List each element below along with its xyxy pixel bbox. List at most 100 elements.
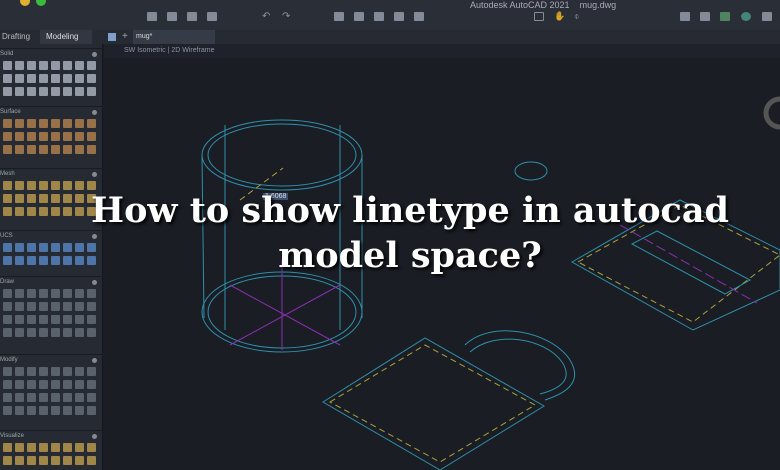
redo-icon[interactable]: ↷ (282, 12, 292, 22)
tool-icon[interactable] (87, 456, 96, 465)
sheet-icon[interactable] (414, 12, 424, 21)
tool-icon[interactable] (3, 243, 12, 252)
tool-icon[interactable] (63, 61, 72, 70)
tool-icon[interactable] (75, 443, 84, 452)
tool-icon[interactable] (15, 74, 24, 83)
group-icon[interactable] (741, 12, 751, 21)
pin-icon[interactable] (92, 52, 97, 57)
tool-icon[interactable] (39, 61, 48, 70)
tool-icon[interactable] (39, 119, 48, 128)
tool-icon[interactable] (39, 380, 48, 389)
tool-icon[interactable] (27, 393, 36, 402)
tool-icon[interactable] (51, 380, 60, 389)
tool-icon[interactable] (39, 443, 48, 452)
properties-icon[interactable] (680, 12, 690, 21)
tab-modeling[interactable]: Modeling (40, 30, 92, 44)
tool-icon[interactable] (15, 393, 24, 402)
tool-icon[interactable] (15, 456, 24, 465)
tool-icon[interactable] (51, 74, 60, 83)
tool-icon[interactable] (87, 380, 96, 389)
tool-icon[interactable] (51, 119, 60, 128)
tool-icon[interactable] (3, 289, 12, 298)
tool-icon[interactable] (15, 367, 24, 376)
tool-icon[interactable] (27, 406, 36, 415)
tool-icon[interactable] (63, 456, 72, 465)
tool-icon[interactable] (27, 207, 36, 216)
publish-icon[interactable] (354, 12, 364, 21)
pin-icon[interactable] (92, 172, 97, 177)
tool-icon[interactable] (27, 145, 36, 154)
tool-icon[interactable] (39, 367, 48, 376)
grid-icon[interactable] (108, 33, 116, 41)
tool-icon[interactable] (15, 87, 24, 96)
tool-icon[interactable] (51, 289, 60, 298)
tool-icon[interactable] (39, 393, 48, 402)
tool-icon[interactable] (39, 132, 48, 141)
tool-icon[interactable] (27, 87, 36, 96)
tool-icon[interactable] (75, 393, 84, 402)
tool-icon[interactable] (3, 367, 12, 376)
tool-icon[interactable] (15, 302, 24, 311)
tool-icon[interactable] (27, 181, 36, 190)
tool-icon[interactable] (51, 315, 60, 324)
tool-icon[interactable] (63, 380, 72, 389)
tool-icon[interactable] (39, 302, 48, 311)
tool-icon[interactable] (63, 315, 72, 324)
tool-icon[interactable] (15, 243, 24, 252)
tool-icon[interactable] (3, 443, 12, 452)
open-icon[interactable] (167, 12, 177, 21)
document-tab[interactable]: mug* (133, 30, 215, 44)
tool-icon[interactable] (27, 289, 36, 298)
tool-icon[interactable] (87, 132, 96, 141)
tab-drafting[interactable]: Drafting (0, 30, 36, 44)
tool-icon[interactable] (3, 74, 12, 83)
tool-icon[interactable] (3, 194, 12, 203)
tool-icon[interactable] (87, 315, 96, 324)
tool-icon[interactable] (51, 406, 60, 415)
tool-icon[interactable] (27, 456, 36, 465)
tool-icon[interactable] (63, 302, 72, 311)
tool-icon[interactable] (75, 406, 84, 415)
tool-icon[interactable] (39, 74, 48, 83)
tool-icon[interactable] (15, 289, 24, 298)
tool-icon[interactable] (15, 315, 24, 324)
minimize-button[interactable] (20, 0, 30, 6)
tool-icon[interactable] (3, 119, 12, 128)
tool-icon[interactable] (87, 119, 96, 128)
tool-icon[interactable] (39, 145, 48, 154)
tool-icon[interactable] (15, 61, 24, 70)
tool-icon[interactable] (3, 256, 12, 265)
tool-icon[interactable] (75, 328, 84, 337)
tool-icon[interactable] (75, 315, 84, 324)
tool-icon[interactable] (39, 315, 48, 324)
tool-icon[interactable] (27, 74, 36, 83)
tool-icon[interactable] (15, 256, 24, 265)
tool-icon[interactable] (27, 380, 36, 389)
tool-icon[interactable] (15, 132, 24, 141)
tool-icon[interactable] (75, 302, 84, 311)
tool-icon[interactable] (75, 87, 84, 96)
tool-icon[interactable] (3, 132, 12, 141)
orbit-icon[interactable]: ⌽ (574, 12, 584, 21)
print-preview-icon[interactable] (394, 12, 404, 21)
match-icon[interactable] (700, 12, 710, 21)
pin-icon[interactable] (92, 280, 97, 285)
tool-icon[interactable] (39, 328, 48, 337)
tool-icon[interactable] (51, 443, 60, 452)
tool-icon[interactable] (27, 328, 36, 337)
tool-icon[interactable] (39, 406, 48, 415)
tool-icon[interactable] (87, 61, 96, 70)
tool-icon[interactable] (3, 207, 12, 216)
tool-icon[interactable] (87, 393, 96, 402)
tool-icon[interactable] (87, 289, 96, 298)
tool-icon[interactable] (63, 289, 72, 298)
tool-icon[interactable] (3, 87, 12, 96)
tool-icon[interactable] (87, 406, 96, 415)
pan-icon[interactable]: ✋ (554, 12, 565, 21)
tool-icon[interactable] (27, 132, 36, 141)
tool-icon[interactable] (87, 328, 96, 337)
pin-icon[interactable] (92, 110, 97, 115)
tool-icon[interactable] (3, 406, 12, 415)
tool-icon[interactable] (15, 181, 24, 190)
save-icon[interactable] (187, 12, 197, 21)
